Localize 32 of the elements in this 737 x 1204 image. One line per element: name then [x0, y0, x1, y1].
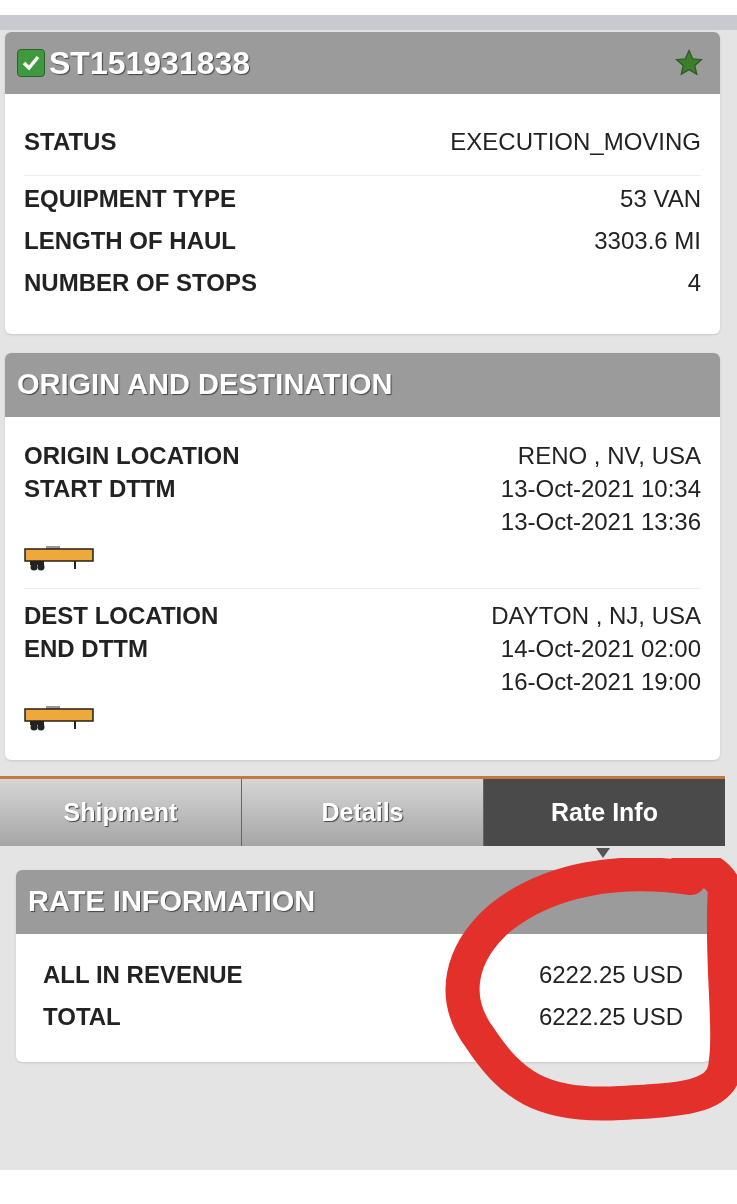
field-label: ALL IN REVENUE — [43, 960, 243, 990]
tab[interactable]: Details — [241, 779, 483, 846]
pointer-icon — [596, 848, 610, 858]
field-label: ORIGIN LOCATION — [24, 441, 240, 471]
field-value: RENO , NV, USA — [517, 441, 701, 471]
field-value: 4 — [687, 268, 701, 298]
check-icon — [21, 53, 41, 73]
trailer-icon — [24, 544, 94, 572]
field-label: DEST LOCATION — [24, 601, 219, 631]
field-label: END DTTM — [24, 634, 149, 664]
field-value: DAYTON , NJ, USA — [491, 601, 701, 631]
field-value: 13-Oct-2021 10:34 — [500, 474, 701, 504]
field-label: NUMBER OF STOPS — [24, 268, 257, 298]
section-header: ORIGIN AND DESTINATION — [5, 353, 720, 417]
field-label: START DTTM — [24, 474, 177, 504]
field-value: 16-Oct-2021 19:00 — [500, 667, 701, 697]
field-value: 6222.25 USD — [538, 1002, 683, 1032]
field-value: 3303.6 MI — [594, 226, 701, 256]
field-value: 53 VAN — [620, 184, 701, 214]
field-value: 6222.25 USD — [538, 960, 683, 990]
field-label: TOTAL — [43, 1002, 121, 1032]
field-value: EXECUTION_MOVING — [450, 127, 701, 157]
trailer-icon — [24, 704, 94, 732]
field-value: 14-Oct-2021 02:00 — [500, 634, 701, 664]
star-icon[interactable] — [674, 48, 704, 78]
field-label: STATUS — [24, 127, 117, 157]
checkbox[interactable] — [17, 49, 45, 77]
shipment-id: ST151931838 — [49, 44, 251, 83]
field-value: 13-Oct-2021 13:36 — [500, 507, 701, 537]
field-label: EQUIPMENT TYPE — [24, 184, 237, 214]
tab[interactable]: Shipment — [0, 779, 241, 846]
field-label: LENGTH OF HAUL — [24, 226, 236, 256]
